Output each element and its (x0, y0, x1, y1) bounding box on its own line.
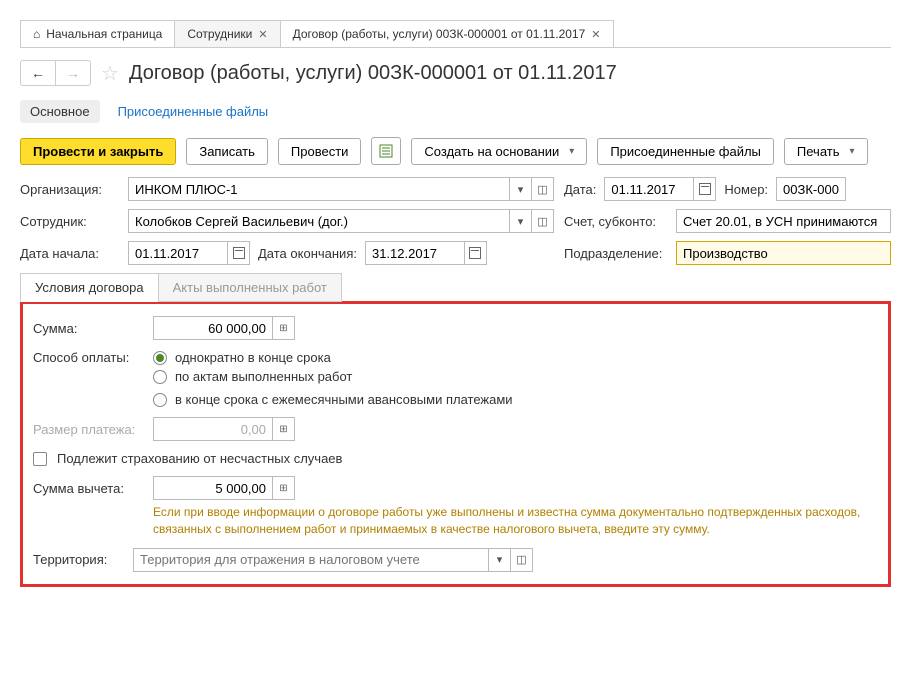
date-input[interactable] (604, 177, 694, 201)
tab-contract[interactable]: Договор (работы, услуги) 00ЗК-000001 от … (280, 20, 614, 47)
open-icon[interactable]: ◫ (532, 209, 554, 233)
post-button[interactable]: Провести (278, 138, 362, 165)
payment-size-input (153, 417, 273, 441)
account-label: Счет, субконто: (564, 214, 668, 229)
calendar-icon[interactable] (465, 241, 487, 265)
radio-by-acts[interactable]: по актам выполненных работ (153, 369, 878, 384)
create-based-button[interactable]: Создать на основании (411, 138, 587, 165)
favorite-star-icon[interactable]: ☆ (101, 61, 119, 86)
organization-label: Организация: (20, 182, 120, 197)
btn-label: Создать на основании (424, 144, 559, 159)
movements-button[interactable] (371, 137, 401, 165)
territory-input[interactable] (133, 548, 489, 572)
section-nav: Основное Присоединенные файлы (20, 96, 891, 137)
end-date-input[interactable] (365, 241, 465, 265)
dropdown-icon[interactable]: ▾ (510, 209, 532, 233)
sum-input[interactable] (153, 316, 273, 340)
sum-label: Сумма: (33, 321, 143, 336)
calculator-icon[interactable]: ⊞ (273, 476, 295, 500)
tab-employees[interactable]: Сотрудники ✕ (174, 20, 280, 47)
insurance-label: Подлежит страхованию от несчастных случа… (57, 451, 342, 466)
calendar-icon[interactable] (694, 177, 716, 201)
start-date-input[interactable] (128, 241, 228, 265)
tabs-bar: ⌂ Начальная страница Сотрудники ✕ Догово… (20, 20, 891, 48)
account-input[interactable] (676, 209, 891, 233)
print-button[interactable]: Печать (784, 138, 868, 165)
employee-input[interactable] (128, 209, 510, 233)
organization-input[interactable] (128, 177, 510, 201)
list-icon (379, 144, 393, 158)
tab-label: Договор (работы, услуги) 00ЗК-000001 от … (293, 27, 586, 41)
nav-back-button[interactable]: ← (21, 61, 55, 85)
tab-label: Начальная страница (46, 27, 162, 41)
inner-tabs: Условия договора Акты выполненных работ (20, 273, 891, 302)
calculator-icon[interactable]: ⊞ (273, 316, 295, 340)
number-label: Номер: (724, 182, 768, 197)
radio-icon (153, 351, 167, 365)
header-row: ← → ☆ Договор (работы, услуги) 00ЗК-0000… (20, 48, 891, 96)
department-label: Подразделение: (564, 246, 668, 261)
department-input[interactable] (676, 241, 891, 265)
insurance-checkbox[interactable] (33, 452, 47, 466)
attached-files-button[interactable]: Присоединенные файлы (597, 138, 774, 165)
deduction-label: Сумма вычета: (33, 481, 143, 496)
deduction-hint: Если при вводе информации о договоре раб… (153, 504, 878, 538)
section-main[interactable]: Основное (20, 100, 100, 123)
nav-buttons: ← → (20, 60, 91, 86)
radio-icon (153, 393, 167, 407)
close-icon[interactable]: ✕ (591, 28, 600, 41)
tab-label: Сотрудники (187, 27, 252, 41)
territory-label: Территория: (33, 552, 123, 567)
open-icon[interactable]: ◫ (532, 177, 554, 201)
nav-forward-button[interactable]: → (55, 61, 90, 85)
app-window: ⌂ Начальная страница Сотрудники ✕ Догово… (20, 20, 891, 587)
tab-acts[interactable]: Акты выполненных работ (158, 273, 342, 302)
radio-label: однократно в конце срока (175, 350, 331, 365)
date-label: Дата: (564, 182, 596, 197)
calculator-icon: ⊞ (273, 417, 295, 441)
deduction-input[interactable] (153, 476, 273, 500)
dropdown-icon[interactable]: ▾ (510, 177, 532, 201)
radio-monthly-advance[interactable]: в конце срока с ежемесячными авансовыми … (153, 392, 878, 407)
form-area: Организация: ▾ ◫ Сотрудник: ▾ ◫ (20, 177, 891, 587)
radio-once-end[interactable]: однократно в конце срока (153, 350, 331, 365)
pay-method-label: Способ оплаты: (33, 350, 143, 365)
employee-label: Сотрудник: (20, 214, 120, 229)
radio-label: в конце срока с ежемесячными авансовыми … (175, 392, 513, 407)
payment-size-label: Размер платежа: (33, 422, 143, 437)
conditions-panel: Сумма: ⊞ Способ оплаты: однократно в кон… (20, 301, 891, 587)
start-date-label: Дата начала: (20, 246, 120, 261)
tab-conditions[interactable]: Условия договора (20, 273, 159, 302)
dropdown-icon[interactable]: ▾ (489, 548, 511, 572)
end-date-label: Дата окончания: (258, 246, 357, 261)
btn-label: Печать (797, 144, 840, 159)
tab-home[interactable]: ⌂ Начальная страница (20, 20, 175, 47)
number-input[interactable] (776, 177, 846, 201)
open-icon[interactable]: ◫ (511, 548, 533, 572)
home-icon: ⌂ (33, 27, 40, 41)
section-files[interactable]: Присоединенные файлы (118, 104, 269, 119)
toolbar: Провести и закрыть Записать Провести Соз… (20, 137, 891, 177)
radio-label: по актам выполненных работ (175, 369, 352, 384)
close-icon[interactable]: ✕ (258, 28, 267, 41)
post-and-close-button[interactable]: Провести и закрыть (20, 138, 176, 165)
save-button[interactable]: Записать (186, 138, 268, 165)
radio-icon (153, 370, 167, 384)
page-title: Договор (работы, услуги) 00ЗК-000001 от … (129, 62, 617, 85)
calendar-icon[interactable] (228, 241, 250, 265)
